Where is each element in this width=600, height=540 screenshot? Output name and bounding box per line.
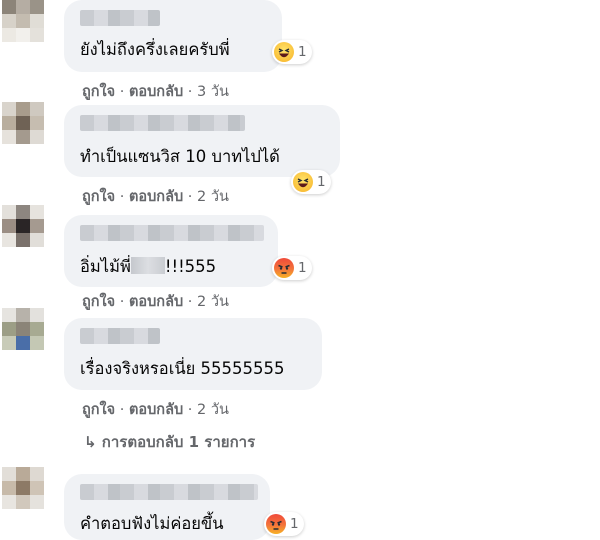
avatar[interactable] <box>2 205 44 247</box>
reply-link[interactable]: ตอบกลับ <box>129 294 183 310</box>
author-name-blurred[interactable] <box>80 484 258 500</box>
comment-bubble: เรื่องจริงหรอเนี่ย 55555555 <box>64 318 322 390</box>
reaction-badge[interactable]: 1 <box>272 40 312 64</box>
comment-bubble: ทำเป็นแซนวิส 10 บาทไปได้ <box>64 105 340 177</box>
view-replies-link[interactable]: ↳ การตอบกลับ 1 รายการ <box>84 430 255 454</box>
reaction-badge[interactable]: 1 <box>272 256 312 280</box>
reaction-badge[interactable]: 1 <box>291 170 331 194</box>
like-link[interactable]: ถูกใจ <box>82 84 115 100</box>
reaction-count: 1 <box>290 516 299 532</box>
comment-bubble: อิ่มไม้พี่ !!!555 <box>64 215 278 287</box>
timestamp[interactable]: 2 วัน <box>197 402 229 418</box>
comment-actions: ถูกใจ · ตอบกลับ · 3 วัน <box>82 84 229 100</box>
comment-text: คำตอบฟังไม่ค่อยขึ้น <box>80 514 224 533</box>
comment-text: ยังไม่ถึงครึ่งเลยครับพี่ <box>80 40 230 59</box>
comment-actions: ถูกใจ · ตอบกลับ · 2 วัน <box>82 294 229 310</box>
comment-text: เรื่องจริงหรอเนี่ย 55555555 <box>80 359 285 378</box>
reaction-count: 1 <box>317 174 326 190</box>
author-name-blurred[interactable] <box>80 225 264 241</box>
author-name-blurred[interactable] <box>80 10 160 26</box>
angry-emoji-icon <box>274 258 294 278</box>
reply-link[interactable]: ตอบกลับ <box>129 402 183 418</box>
reaction-count: 1 <box>298 260 307 276</box>
timestamp[interactable]: 3 วัน <box>197 84 229 100</box>
comment-actions: ถูกใจ · ตอบกลับ · 2 วัน <box>82 402 229 418</box>
timestamp[interactable]: 2 วัน <box>197 294 229 310</box>
redacted-name <box>130 257 165 274</box>
reply-link[interactable]: ตอบกลับ <box>129 84 183 100</box>
comment-bubble: ยังไม่ถึงครึ่งเลยครับพี่ <box>64 0 282 72</box>
comment-text: อิ่มไม้พี่ !!!555 <box>80 257 217 276</box>
author-name-blurred[interactable] <box>80 115 245 131</box>
comment-bubble: คำตอบฟังไม่ค่อยขึ้น <box>64 474 270 540</box>
author-name-blurred[interactable] <box>80 328 160 344</box>
reply-link[interactable]: ตอบกลับ <box>129 189 183 205</box>
like-link[interactable]: ถูกใจ <box>82 189 115 205</box>
comment-text: ทำเป็นแซนวิส 10 บาทไปได้ <box>80 147 280 166</box>
reaction-count: 1 <box>298 44 307 60</box>
reaction-badge[interactable]: 1 <box>264 512 304 536</box>
comment-actions: ถูกใจ · ตอบกลับ · 2 วัน <box>82 189 229 205</box>
haha-emoji-icon <box>293 172 313 192</box>
avatar[interactable] <box>2 0 44 42</box>
like-link[interactable]: ถูกใจ <box>82 402 115 418</box>
avatar[interactable] <box>2 467 44 509</box>
like-link[interactable]: ถูกใจ <box>82 294 115 310</box>
haha-emoji-icon <box>274 42 294 62</box>
avatar[interactable] <box>2 102 44 144</box>
timestamp[interactable]: 2 วัน <box>197 189 229 205</box>
avatar[interactable] <box>2 308 44 350</box>
angry-emoji-icon <box>266 514 286 534</box>
